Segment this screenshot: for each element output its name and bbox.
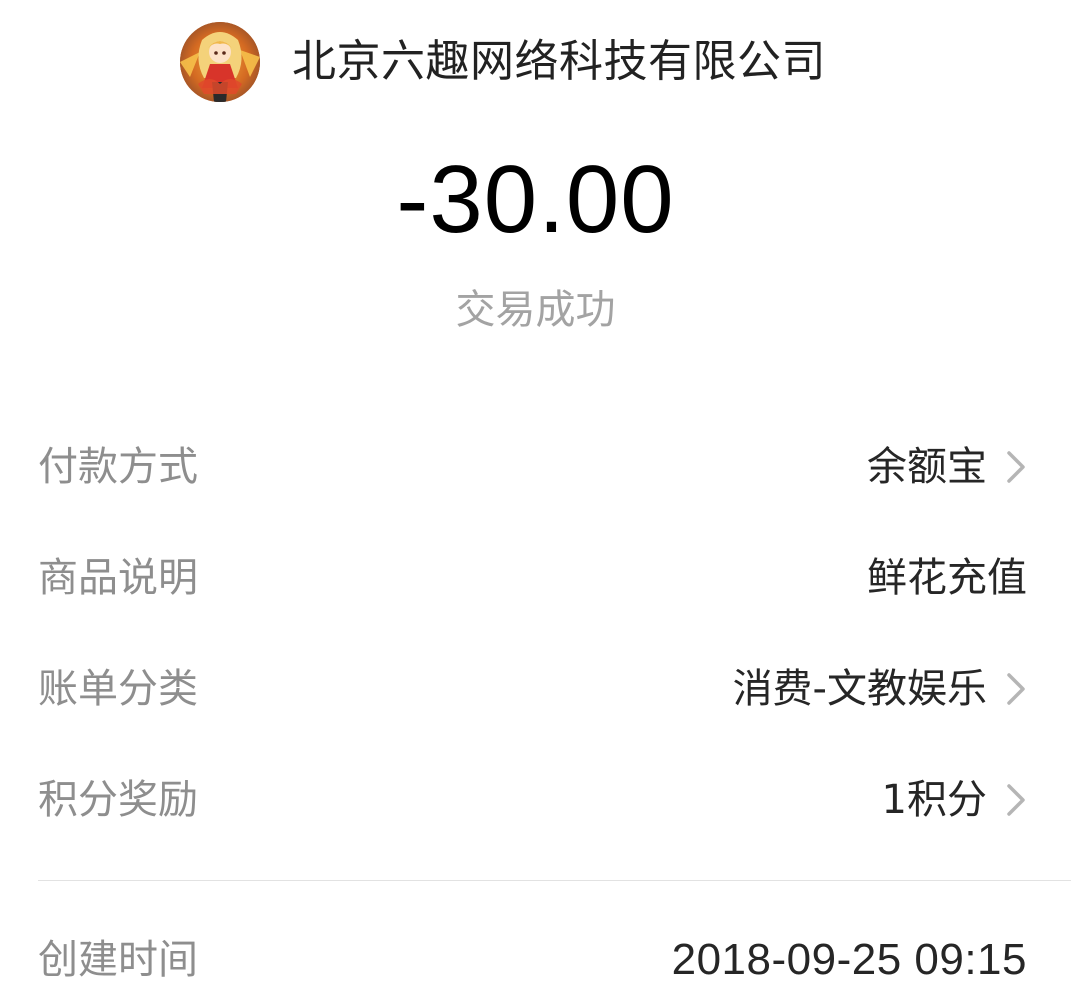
merchant-name: 北京六趣网络科技有限公司 [292, 36, 826, 87]
points-reward-label: 积分奖励 [38, 777, 198, 823]
transaction-status: 交易成功 [455, 287, 616, 333]
bill-category-value: 消费-文教娱乐 [732, 666, 987, 712]
section-divider [38, 880, 1071, 881]
points-reward-row[interactable]: 积分奖励 1积分 [0, 745, 1071, 856]
chevron-right-icon [1007, 451, 1025, 483]
created-time-value: 2018-09-25 09:15 [671, 935, 1027, 984]
payment-method-value-wrap: 余额宝 [867, 439, 1027, 495]
transaction-amount: -30.00 [396, 146, 675, 253]
payment-method-label: 付款方式 [38, 444, 198, 490]
product-description-value-wrap: 鲜花充值 [867, 550, 1027, 606]
bill-category-value-wrap: 消费-文教娱乐 [733, 661, 1027, 717]
points-reward-value-wrap: 1积分 [882, 772, 1027, 828]
bill-category-row[interactable]: 账单分类 消费-文教娱乐 [0, 634, 1071, 745]
bill-category-label: 账单分类 [38, 666, 198, 712]
points-reward-value: 1积分 [881, 777, 987, 823]
created-time-label: 创建时间 [38, 937, 198, 983]
product-description-row: 商品说明 鲜花充值 [0, 523, 1071, 634]
payment-method-value: 余额宝 [867, 444, 987, 490]
product-description-value: 鲜花充值 [867, 555, 1027, 601]
product-description-label: 商品说明 [38, 555, 198, 601]
chevron-right-icon [1007, 784, 1025, 816]
created-time-row: 创建时间 2018-09-25 09:15 [0, 930, 1071, 990]
anime-character-avatar-icon [180, 22, 260, 102]
chevron-right-icon [1007, 673, 1025, 705]
merchant-header: 北京六趣网络科技有限公司 [180, 22, 826, 102]
merchant-avatar[interactable] [180, 22, 260, 102]
payment-method-row[interactable]: 付款方式 余额宝 [0, 412, 1071, 523]
